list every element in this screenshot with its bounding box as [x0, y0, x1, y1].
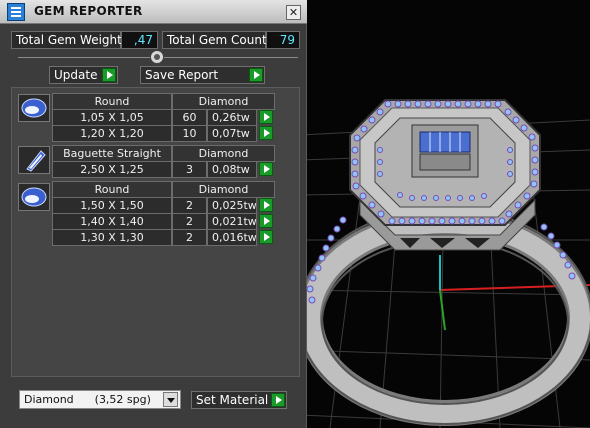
baguette-gem-icon: [18, 146, 50, 174]
group-3-row-1-weight: 0,025tw: [207, 197, 257, 214]
group-3-row-2-weight: 0,021tw: [207, 213, 257, 230]
save-report-button-label: Save Report: [145, 68, 219, 82]
group-1-shape: Round: [52, 93, 172, 110]
save-report-button[interactable]: Save Report: [140, 66, 265, 84]
group-1-row-2-weight: 0,07tw: [207, 125, 257, 142]
group-3-shape: Round: [52, 181, 172, 198]
save-report-arrow-icon[interactable]: [249, 68, 263, 82]
gem-reporter-panel: GEM REPORTER ✕ Total Gem Weight ,47 Tota…: [0, 0, 307, 428]
gem-reporter-app-icon: [7, 3, 25, 21]
total-gem-count-value: 79: [266, 31, 300, 49]
group-2-shape: Baguette Straight: [52, 145, 172, 162]
group-3-row-2-count: 2: [172, 213, 207, 230]
group-3-row-1-size: 1,50 X 1,50: [52, 197, 172, 214]
select-gems-arrow-icon[interactable]: [259, 214, 273, 228]
select-gems-arrow-icon[interactable]: [259, 110, 273, 124]
select-gems-arrow-icon[interactable]: [259, 230, 273, 244]
material-select[interactable]: Diamond (3,52 spg): [19, 390, 181, 409]
set-material-button-label: Set Material: [196, 393, 269, 407]
select-gems-arrow-icon[interactable]: [259, 198, 273, 212]
window-title: GEM REPORTER: [34, 4, 143, 18]
select-gems-arrow-icon[interactable]: [259, 162, 273, 176]
total-gem-weight-value: ,47: [121, 31, 158, 49]
group-3-row-2-size: 1,40 X 1,40: [52, 213, 172, 230]
group-1-material: Diamond: [172, 93, 275, 110]
title-bar[interactable]: GEM REPORTER ✕: [0, 0, 307, 24]
group-3-row-3-weight: 0,016tw: [207, 229, 257, 246]
close-icon[interactable]: ✕: [286, 5, 301, 20]
center-emerald-stone: [419, 131, 471, 153]
set-material-arrow-icon[interactable]: [271, 393, 285, 407]
group-3-row-3-size: 1,30 X 1,30: [52, 229, 172, 246]
total-gem-count-label: Total Gem Count: [162, 31, 267, 49]
group-1-row-1-count: 60: [172, 109, 207, 126]
total-gem-weight-label: Total Gem Weight: [11, 31, 122, 49]
center-basket: [419, 153, 471, 171]
group-3-row-1-count: 2: [172, 197, 207, 214]
group-2-row-1-weight: 0,08tw: [207, 161, 257, 178]
update-arrow-icon[interactable]: [102, 68, 116, 82]
group-1-row-2-count: 10: [172, 125, 207, 142]
group-3-material: Diamond: [172, 181, 275, 198]
chevron-down-icon[interactable]: [163, 392, 178, 407]
group-1-row-1-size: 1,05 X 1,05: [52, 109, 172, 126]
group-1-row-2-size: 1,20 X 1,20: [52, 125, 172, 142]
round-gem-icon: [18, 94, 50, 122]
group-1-row-1-weight: 0,26tw: [207, 109, 257, 126]
group-3-row-3-count: 2: [172, 229, 207, 246]
update-button-label: Update: [54, 68, 98, 82]
panel-slider-knob[interactable]: [150, 50, 164, 64]
group-2-material: Diamond: [172, 145, 275, 162]
group-2-row-1-count: 3: [172, 161, 207, 178]
round-gem-icon: [18, 183, 50, 211]
group-2-row-1-size: 2,50 X 1,25: [52, 161, 172, 178]
select-gems-arrow-icon[interactable]: [259, 126, 273, 140]
